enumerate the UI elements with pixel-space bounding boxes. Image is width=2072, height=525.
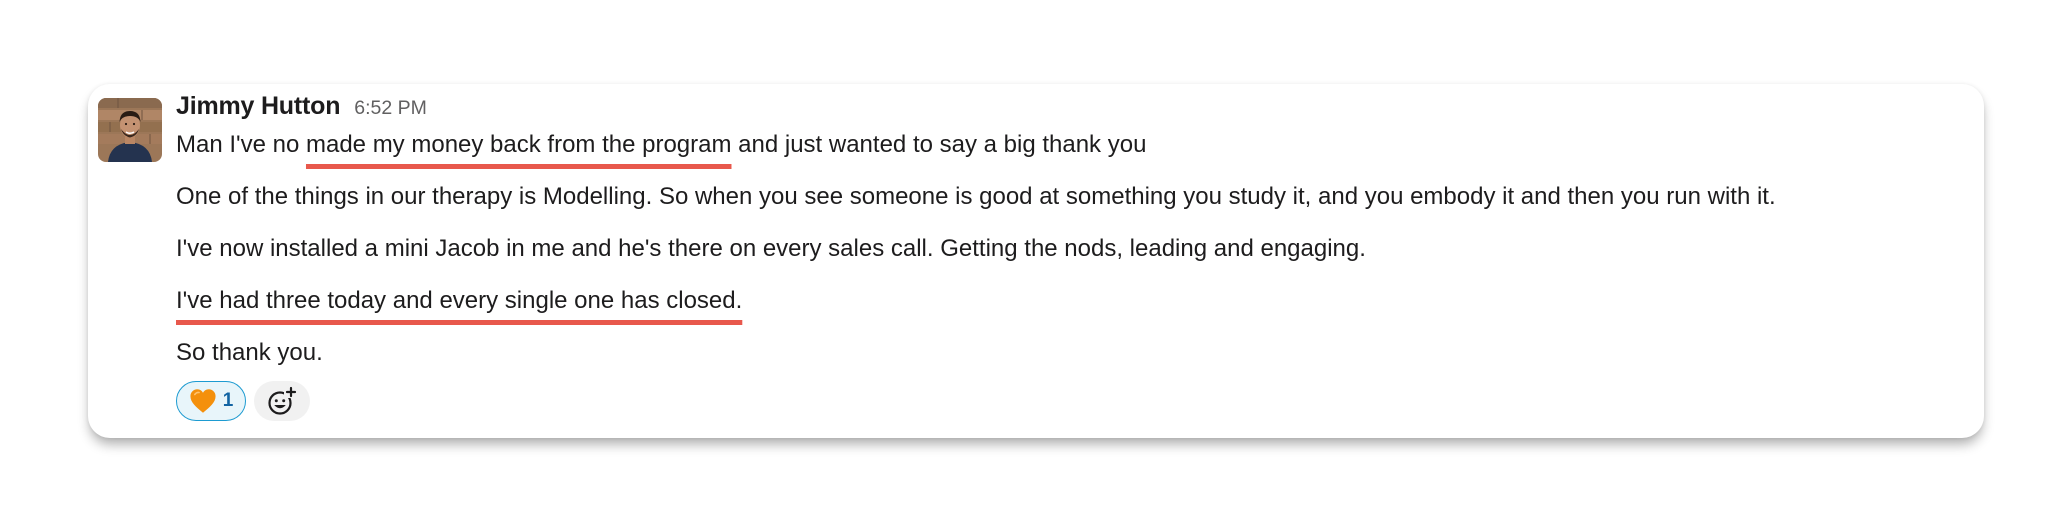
- user-avatar[interactable]: [98, 98, 162, 162]
- message-text: Man I've no: [176, 131, 306, 158]
- add-emoji-icon: [268, 386, 297, 415]
- message-body: Jimmy Hutton 6:52 PM Man I've no made my…: [176, 92, 2012, 369]
- message-line-4: I've had three today and every single on…: [176, 285, 2012, 317]
- message-header: Jimmy Hutton 6:52 PM: [176, 92, 2012, 124]
- message-line-2: One of the things in our therapy is Mode…: [176, 183, 1776, 210]
- message-line-5: So thank you.: [176, 339, 323, 366]
- orange-heart-icon: [190, 389, 216, 413]
- highlighted-text: I've had three today and every single on…: [176, 287, 743, 314]
- author-name[interactable]: Jimmy Hutton: [176, 92, 340, 121]
- message-timestamp[interactable]: 6:52 PM: [354, 97, 427, 120]
- reaction-orange-heart[interactable]: 1: [176, 381, 246, 421]
- message-line-1: Man I've no made my money back from the …: [176, 129, 2012, 161]
- reaction-count: 1: [222, 390, 234, 411]
- add-reaction-button[interactable]: [254, 381, 310, 421]
- message-line-3: I've now installed a mini Jacob in me an…: [176, 235, 1366, 262]
- highlighted-text: made my money back from the program: [305, 131, 732, 158]
- message-text: and just wanted to say a big thank you: [731, 131, 1147, 158]
- reactions-bar: 1: [176, 381, 310, 421]
